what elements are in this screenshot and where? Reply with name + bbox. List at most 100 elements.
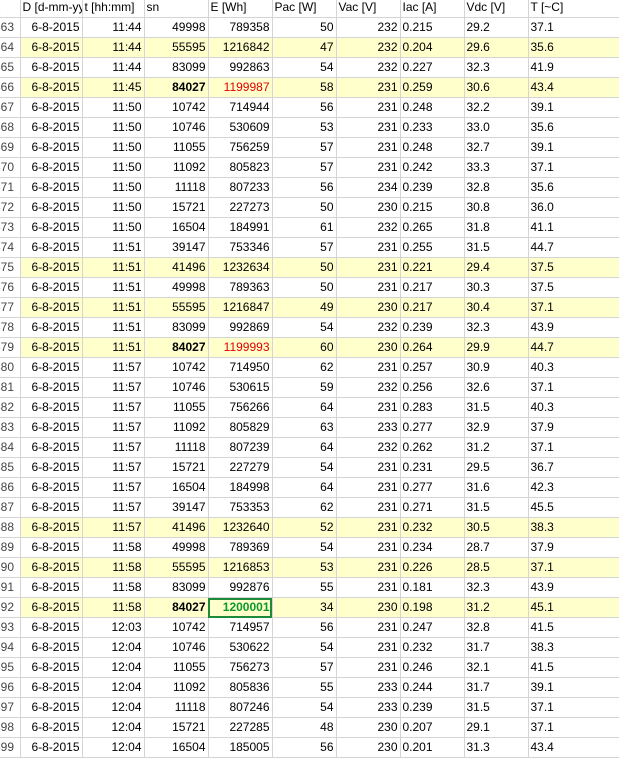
cell-date[interactable]: 6-8-2015 [20,417,83,438]
cell-time[interactable]: 11:50 [82,137,145,158]
cell-iac[interactable]: 0.215 [400,197,465,218]
cell-time[interactable]: 11:57 [82,497,145,518]
cell-iac[interactable]: 0.242 [400,157,465,178]
header-cell-time[interactable]: t [hh:mm] [82,0,145,18]
cell-vac[interactable]: 231 [336,637,401,658]
row-number[interactable]: 385 [0,457,21,478]
cell-temp[interactable]: 44.7 [528,237,619,258]
cell-pac[interactable]: 54 [272,57,337,78]
cell-temp[interactable]: 37.1 [528,717,619,738]
cell-sn[interactable]: 10742 [144,357,209,378]
cell-energy[interactable]: 1216842 [208,37,273,58]
cell-temp[interactable]: 40.3 [528,357,619,378]
cell-time[interactable]: 11:57 [82,417,145,438]
row-number[interactable]: 396 [0,677,21,698]
cell-energy[interactable]: 185005 [208,737,273,758]
cell-pac[interactable]: 54 [272,317,337,338]
cell-pac[interactable]: 34 [272,597,337,618]
cell-date[interactable]: 6-8-2015 [20,257,83,278]
cell-temp[interactable]: 36.0 [528,197,619,218]
cell-pac[interactable]: 54 [272,697,337,718]
cell-temp[interactable]: 43.9 [528,317,619,338]
cell-iac[interactable]: 0.265 [400,217,465,238]
cell-iac[interactable]: 0.198 [400,597,465,618]
cell-energy[interactable]: 1199987 [208,77,273,98]
cell-time[interactable]: 11:57 [82,437,145,458]
cell-sn[interactable]: 39147 [144,497,209,518]
cell-vdc[interactable]: 29.1 [464,717,529,738]
cell-vac[interactable]: 230 [336,717,401,738]
cell-vac[interactable]: 231 [336,357,401,378]
cell-pac[interactable]: 50 [272,17,337,38]
cell-pac[interactable]: 57 [272,657,337,678]
cell-time[interactable]: 11:44 [82,57,145,78]
cell-temp[interactable]: 41.1 [528,217,619,238]
cell-date[interactable]: 6-8-2015 [20,637,83,658]
cell-energy[interactable]: 184991 [208,217,273,238]
cell-energy[interactable]: 789363 [208,277,273,298]
cell-pac[interactable]: 52 [272,517,337,538]
cell-date[interactable]: 6-8-2015 [20,157,83,178]
cell-pac[interactable]: 53 [272,117,337,138]
cell-vdc[interactable]: 30.9 [464,357,529,378]
cell-date[interactable]: 6-8-2015 [20,277,83,298]
cell-iac[interactable]: 0.217 [400,277,465,298]
cell-vac[interactable]: 230 [336,297,401,318]
cell-date[interactable]: 6-8-2015 [20,337,83,358]
cell-vdc[interactable]: 31.6 [464,477,529,498]
cell-pac[interactable]: 61 [272,217,337,238]
cell-vac[interactable]: 230 [336,337,401,358]
cell-temp[interactable]: 37.1 [528,297,619,318]
cell-time[interactable]: 12:04 [82,717,145,738]
cell-sn[interactable]: 83099 [144,577,209,598]
cell-iac[interactable]: 0.239 [400,697,465,718]
cell-pac[interactable]: 58 [272,77,337,98]
row-number[interactable]: 377 [0,297,21,318]
cell-vdc[interactable]: 32.3 [464,577,529,598]
row-number[interactable]: 364 [0,37,21,58]
cell-energy[interactable]: 530609 [208,117,273,138]
cell-sn[interactable]: 11055 [144,137,209,158]
cell-temp[interactable]: 37.5 [528,277,619,298]
cell-time[interactable]: 12:04 [82,657,145,678]
cell-iac[interactable]: 0.244 [400,677,465,698]
cell-temp[interactable]: 37.9 [528,417,619,438]
cell-pac[interactable]: 57 [272,237,337,258]
cell-date[interactable]: 6-8-2015 [20,117,83,138]
cell-energy[interactable]: 992863 [208,57,273,78]
cell-date[interactable]: 6-8-2015 [20,677,83,698]
cell-vdc[interactable]: 31.3 [464,737,529,758]
cell-temp[interactable]: 35.6 [528,117,619,138]
cell-energy[interactable]: 789369 [208,537,273,558]
cell-iac[interactable]: 0.264 [400,337,465,358]
cell-pac[interactable]: 55 [272,577,337,598]
cell-iac[interactable]: 0.217 [400,297,465,318]
cell-temp[interactable]: 37.9 [528,537,619,558]
cell-temp[interactable]: 41.9 [528,57,619,78]
cell-time[interactable]: 12:04 [82,637,145,658]
row-number[interactable]: 390 [0,557,21,578]
cell-energy[interactable]: 1216853 [208,557,273,578]
cell-sn[interactable]: 11055 [144,657,209,678]
cell-iac[interactable]: 0.233 [400,117,465,138]
row-number[interactable]: 389 [0,537,21,558]
cell-temp[interactable]: 43.4 [528,737,619,758]
cell-temp[interactable]: 35.6 [528,177,619,198]
cell-temp[interactable]: 37.1 [528,437,619,458]
cell-vac[interactable]: 232 [336,437,401,458]
cell-pac[interactable]: 59 [272,377,337,398]
cell-iac[interactable]: 0.226 [400,557,465,578]
cell-iac[interactable]: 0.231 [400,457,465,478]
cell-energy[interactable]: 807239 [208,437,273,458]
cell-pac[interactable]: 50 [272,197,337,218]
header-cell-vac[interactable]: Vac [V] [336,0,401,18]
cell-time[interactable]: 11:50 [82,197,145,218]
cell-sn[interactable]: 84027 [144,77,209,98]
cell-time[interactable]: 11:51 [82,337,145,358]
cell-time[interactable]: 11:58 [82,557,145,578]
cell-vac[interactable]: 231 [336,237,401,258]
cell-vdc[interactable]: 30.3 [464,277,529,298]
row-number[interactable]: 366 [0,77,21,98]
cell-temp[interactable]: 40.3 [528,397,619,418]
cell-energy[interactable]: 714957 [208,617,273,638]
